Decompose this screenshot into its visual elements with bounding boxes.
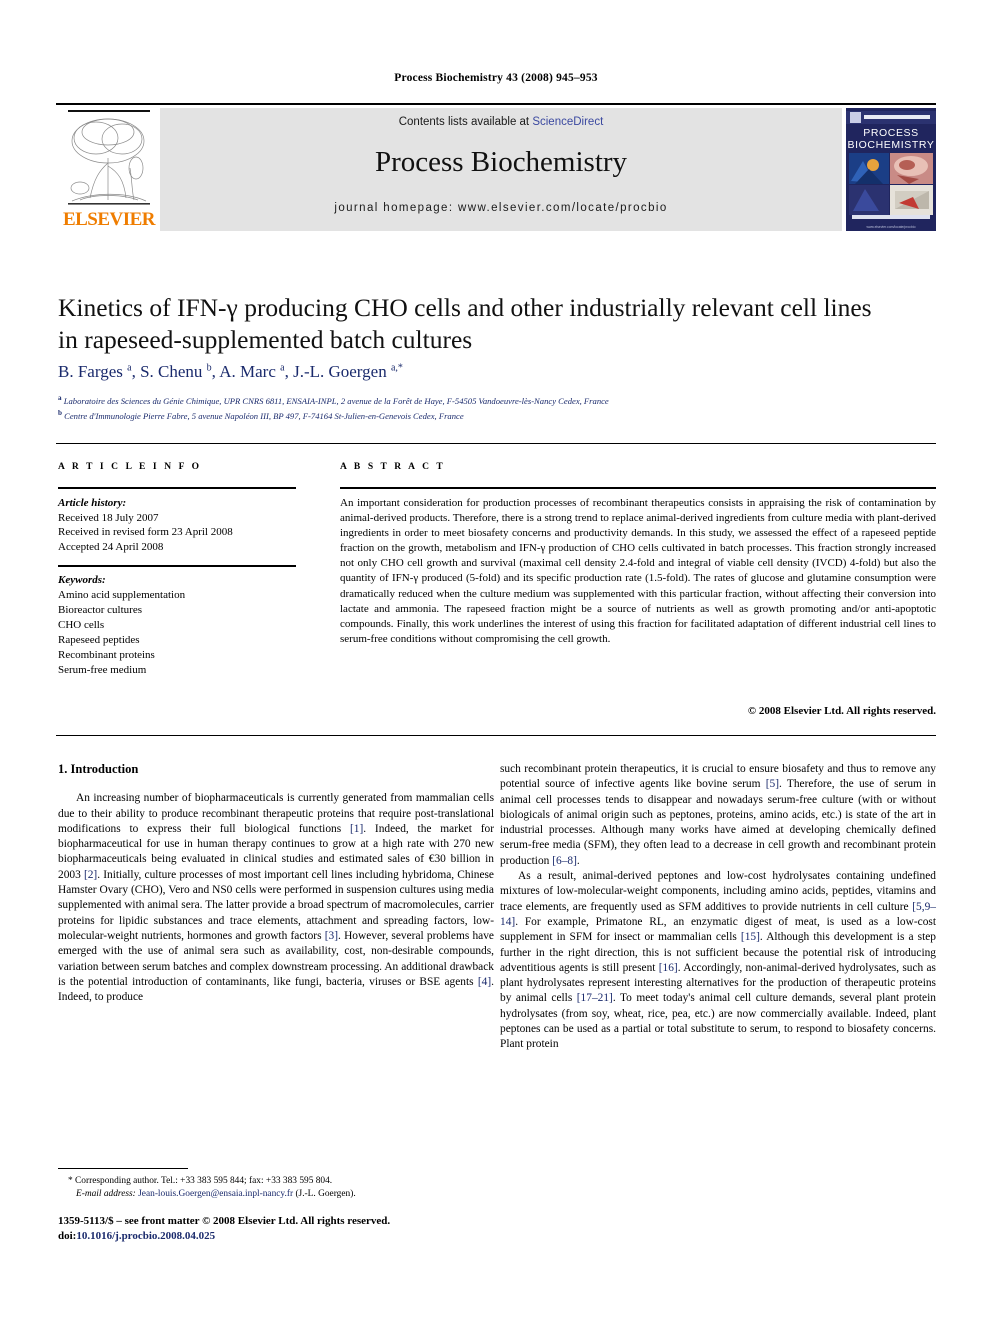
keyword-item: CHO cells <box>58 619 105 631</box>
keyword-item: Amino acid supplementation <box>58 589 186 601</box>
citation-ref[interactable]: [5] <box>766 778 779 790</box>
author-list: B. Farges a, S. Chenu b, A. Marc a, J.-L… <box>58 362 403 381</box>
abstract-text: An important consideration for productio… <box>340 497 936 645</box>
affiliations: a Laboratoire des Sciences du Génie Chim… <box>58 392 918 423</box>
running-head: Process Biochemistry 43 (2008) 945–953 <box>394 72 598 84</box>
body-column-left: 1. Introduction An increasing number of … <box>58 762 494 1005</box>
journal-homepage[interactable]: journal homepage: www.elsevier.com/locat… <box>160 202 842 214</box>
issn-line: 1359-5113/$ – see front matter © 2008 El… <box>58 1215 391 1227</box>
journal-title: Process Biochemistry <box>374 146 628 178</box>
abstract-rule <box>340 487 936 489</box>
sciencedirect-link[interactable]: ScienceDirect <box>532 116 603 128</box>
keywords-divider-rule <box>58 565 296 567</box>
section-heading-introduction: 1. Introduction <box>58 762 139 776</box>
abstract-section-top-rule <box>56 443 936 444</box>
keyword-item: Rapeseed peptides <box>58 634 140 646</box>
history-item: Received in revised form 23 April 2008 <box>58 526 233 538</box>
email-note: E-mail address: Jean-louis.Goergen@ensai… <box>58 1188 494 1201</box>
cover-publisher-badge <box>850 112 861 123</box>
page-title: Kinetics of IFN-γ producing CHO cells an… <box>58 293 872 354</box>
abstract-section-bottom-rule <box>56 735 936 736</box>
citation-ref[interactable]: [16] <box>659 962 678 974</box>
abstract-copyright: © 2008 Elsevier Ltd. All rights reserved… <box>747 705 936 717</box>
cover-photo-collage <box>849 153 933 215</box>
cover-title-line1: PROCESS <box>863 127 919 139</box>
cover-top-bar <box>864 115 930 119</box>
elsevier-tree-icon <box>68 118 150 205</box>
citation-ref[interactable]: [1] <box>350 823 363 835</box>
doi-label: doi: <box>58 1230 77 1242</box>
cover-bottom-bar <box>852 215 930 219</box>
email-link[interactable]: Jean-louis.Goergen@ensaia.inpl-nancy.fr <box>138 1189 293 1199</box>
corresponding-author-note: * Corresponding author. Tel.: +33 383 59… <box>68 1176 333 1186</box>
footnote-block: * Corresponding author. Tel.: +33 383 59… <box>58 1175 494 1201</box>
corresponding-marker: * <box>68 1176 73 1186</box>
affiliation-b: b Centre d'Immunologie Pierre Fabre, 5 a… <box>58 409 464 422</box>
body-column-right: such recombinant protein therapeutics, i… <box>500 762 936 1053</box>
citation-ref[interactable]: [2] <box>84 869 97 881</box>
journal-cover-thumbnail[interactable]: PROCESS BIOCHEMISTRY www.elsevier.com/lo… <box>846 108 936 231</box>
contents-available-line: Contents lists available at ScienceDirec… <box>160 116 842 128</box>
citation-ref[interactable]: [6–8] <box>552 855 577 867</box>
doi-link[interactable]: 10.1016/j.procbio.2008.04.025 <box>76 1230 215 1242</box>
email-suffix: (J.-L. Goergen). <box>295 1189 356 1199</box>
history-item: Received 18 July 2007 <box>58 511 159 524</box>
history-item: Accepted 24 April 2008 <box>58 540 164 553</box>
citation-ref[interactable]: [15] <box>741 931 760 943</box>
article-info-heading: A R T I C L E I N F O <box>58 462 202 472</box>
citation-ref[interactable]: [4] <box>478 976 491 988</box>
elsevier-wordmark: ELSEVIER <box>62 209 156 230</box>
cover-url-text: www.elsevier.com/locate/procbio <box>866 225 916 229</box>
keyword-item: Recombinant proteins <box>58 649 155 661</box>
keywords-block: Keywords: Amino acid supplementation Bio… <box>58 573 308 678</box>
journal-banner: Contents lists available at ScienceDirec… <box>160 108 842 231</box>
email-label: E-mail address: <box>76 1189 136 1199</box>
affiliation-a: a Laboratoire des Sciences du Génie Chim… <box>58 394 609 406</box>
paragraph-intro-2: As a result, animal-derived peptones and… <box>500 870 936 1051</box>
citation-ref[interactable]: [17–21] <box>577 992 613 1004</box>
article-info-rule <box>58 487 296 489</box>
paragraph-intro-1-cont: such recombinant protein therapeutics, i… <box>500 763 936 867</box>
keyword-item: Serum-free medium <box>58 664 147 676</box>
logo-top-rule <box>68 110 150 112</box>
paragraph-intro-1: An increasing number of biopharmaceutica… <box>58 792 494 1004</box>
imprint-block: 1359-5113/$ – see front matter © 2008 El… <box>58 1214 518 1244</box>
article-history: Article history: Received 18 July 2007 R… <box>58 496 308 554</box>
doi-line: doi:10.1016/j.procbio.2008.04.025 <box>58 1229 518 1244</box>
elsevier-logo: ELSEVIER <box>60 108 158 231</box>
header-top-rule <box>56 103 936 105</box>
citation-ref[interactable]: [3] <box>325 930 338 942</box>
keyword-item: Bioreactor cultures <box>58 604 142 616</box>
footnote-rule <box>58 1168 188 1169</box>
keywords-label: Keywords: <box>58 574 106 586</box>
paper-page: Process Biochemistry 43 (2008) 945–953 E… <box>0 0 992 1323</box>
cover-title-line2: BIOCHEMISTRY <box>847 139 935 151</box>
contents-prefix: Contents lists available at <box>398 116 533 128</box>
article-history-label: Article history: <box>58 497 127 509</box>
abstract-heading: A B S T R A C T <box>340 462 446 472</box>
